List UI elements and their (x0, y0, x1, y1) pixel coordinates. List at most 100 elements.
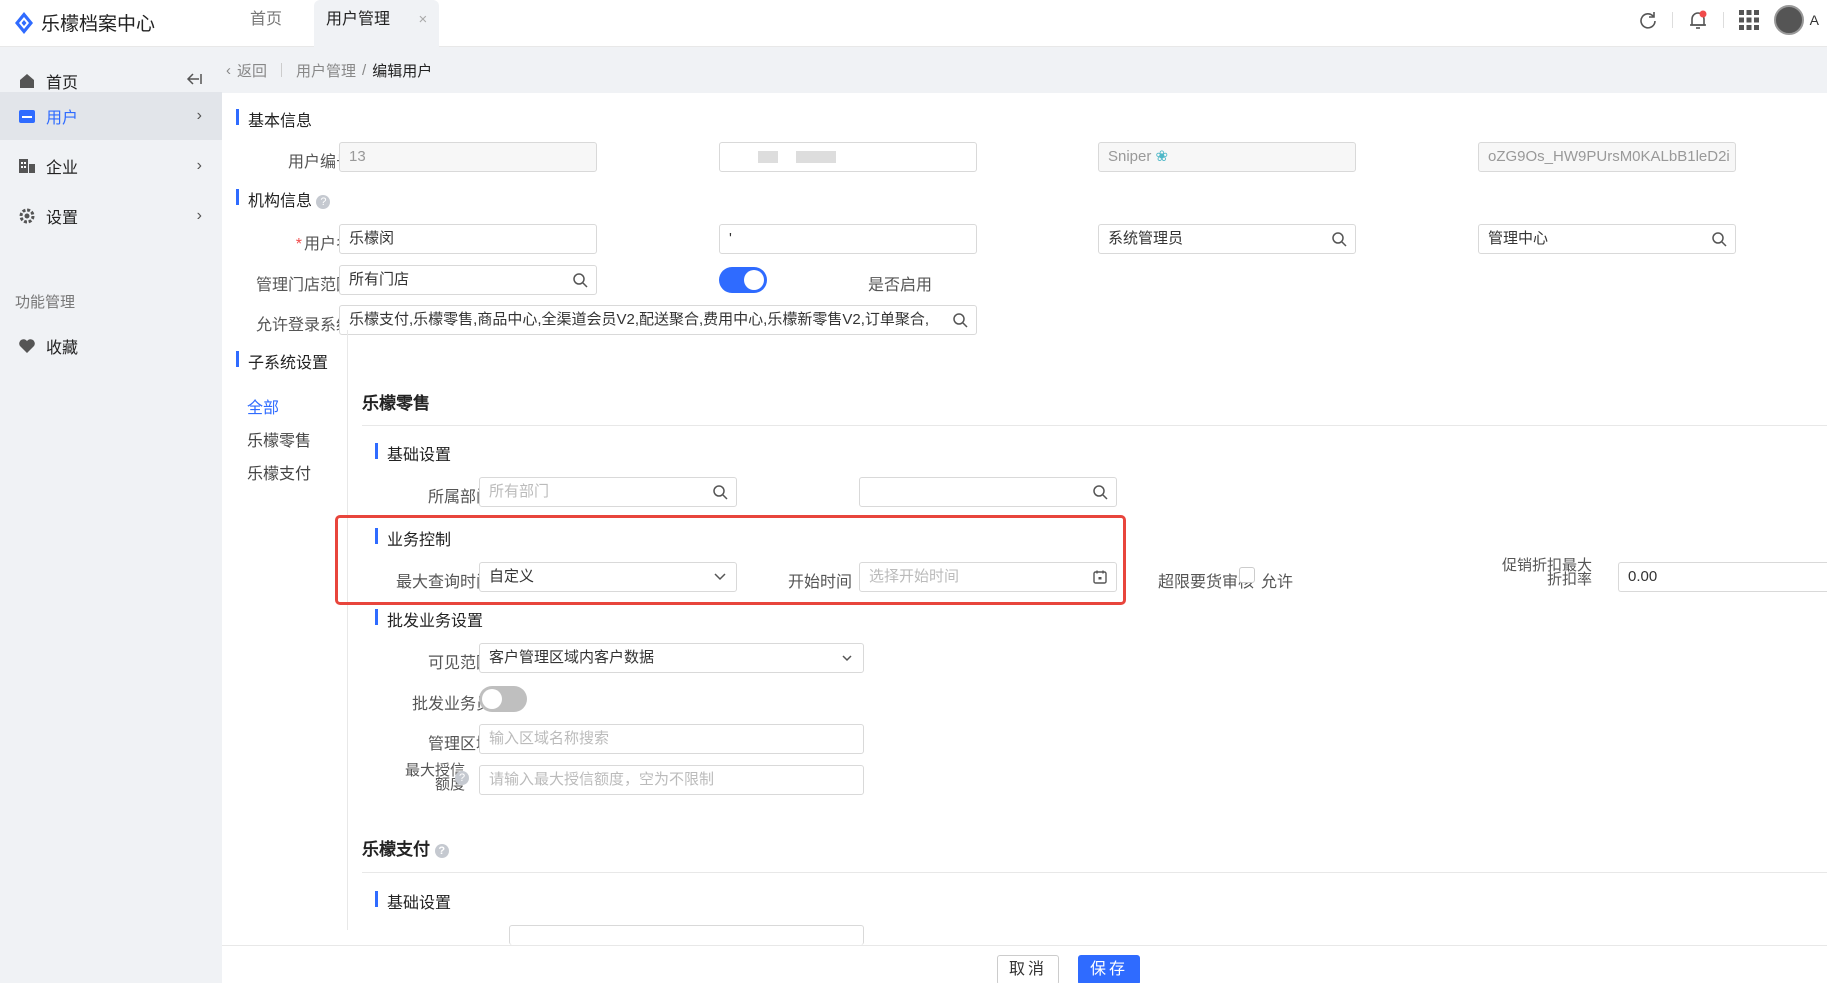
store-scope-label: 管理门店范围 (255, 277, 352, 294)
discount-rate-input[interactable]: 0.00 (1618, 562, 1827, 592)
chevron-right-icon: › (196, 157, 202, 174)
subnav-all[interactable]: 全部 (247, 394, 279, 418)
store-value: 管理中心 (1488, 230, 1549, 247)
wechat-nickname-value: Sniper (1108, 148, 1152, 165)
divider (1671, 12, 1673, 28)
manage-area-input[interactable]: 输入区域名称搜索 (479, 724, 864, 754)
sidebar: 首页 用户 › 企业 › 设置 › 功能管理 收藏 (0, 47, 222, 983)
section-wholesale: 批发业务设置 (375, 607, 483, 631)
search-icon (573, 273, 588, 288)
avatar[interactable] (1773, 5, 1804, 35)
visible-scope-select[interactable]: 客户管理区域内客户数据 (479, 643, 864, 673)
phone-field[interactable] (719, 142, 977, 172)
username-label: * 用户名 (295, 236, 352, 253)
chevron-right-icon: › (196, 107, 202, 124)
warehouse-select[interactable] (859, 477, 1117, 507)
pay-heading: 乐檬支付 ? (362, 835, 449, 860)
tab-close-icon[interactable]: × (418, 11, 427, 28)
footer-actions: 取消 保存 (222, 945, 1827, 983)
user-no-label: 用户编号 (287, 154, 352, 171)
allow-checkbox[interactable] (1239, 567, 1255, 583)
sidebar-item-label: 企业 (46, 160, 79, 177)
save-button[interactable]: 保存 (1078, 955, 1140, 983)
max-credit-input[interactable]: 请输入最大授信额度，空为不限制 (479, 765, 864, 795)
section-pay-basic: 基础设置 (375, 889, 451, 913)
role-value: 系统管理员 (1108, 230, 1184, 247)
sidebar-group-label: 功能管理 (15, 294, 76, 311)
section-basic-info: 基本信息 (236, 107, 312, 131)
building-icon (17, 156, 37, 176)
masked-text (796, 151, 836, 163)
emoji-icon: ❀ (1155, 148, 1169, 165)
user-icon (17, 106, 37, 126)
top-actions: A (1638, 0, 1827, 40)
sidebar-item-enterprise[interactable]: 企业 › (0, 142, 222, 190)
toggle-knob (482, 689, 502, 709)
breadcrumb-separator: / (362, 61, 367, 79)
sidebar-item-settings[interactable]: 设置 › (0, 192, 222, 240)
highlight-box (335, 515, 1126, 605)
divider (362, 872, 1827, 873)
wechat-unionid-field[interactable]: oZG9Os_HW9PUrsM0KALbB1leD2i (1478, 142, 1736, 172)
role-select[interactable]: 系统管理员 (1098, 224, 1356, 254)
help-icon[interactable]: ? (316, 194, 331, 209)
allowed-systems-value: 乐檬支付,乐檬零售,商品中心,全渠道会员V2,配送聚合,费用中心,乐檬新零售V2… (349, 311, 930, 328)
enabled-toggle[interactable] (719, 267, 767, 293)
allowed-systems-select[interactable]: 乐檬支付,乐檬零售,商品中心,全渠道会员V2,配送聚合,费用中心,乐檬新零售V2… (339, 305, 977, 335)
cancel-button[interactable]: 取消 (997, 955, 1059, 983)
back-link[interactable]: 返回 (237, 60, 267, 81)
apps-grid-icon[interactable] (1738, 9, 1760, 31)
over-limit-audit-label: 超限要货审核 (1157, 574, 1254, 591)
max-credit-label-line2: 额度 (434, 776, 465, 793)
contact-input[interactable]: ' (719, 224, 977, 254)
store-select[interactable]: 管理中心 (1478, 224, 1736, 254)
section-org-info-label: 机构信息 (248, 193, 313, 210)
refresh-icon[interactable] (1638, 10, 1658, 30)
bell-icon[interactable] (1687, 9, 1709, 31)
sidebar-item-label: 收藏 (46, 340, 79, 357)
sidebar-item-label: 用户 (46, 110, 79, 127)
app-title: 乐檬档案中心 (41, 14, 156, 35)
sidebar-item-label: 首页 (46, 75, 79, 92)
username-input[interactable]: 乐檬闵 (339, 224, 597, 254)
search-icon (1332, 232, 1347, 247)
discount-label-line2: 折扣率 (1546, 571, 1592, 588)
section-subsystem: 子系统设置 (236, 349, 328, 373)
search-icon (1712, 232, 1727, 247)
wholesale-salesman-toggle[interactable] (479, 686, 527, 712)
tab-user-management[interactable]: 用户管理 × (314, 0, 440, 47)
store-scope-value: 所有门店 (349, 271, 410, 288)
store-scope-select[interactable]: 所有门店 (339, 265, 597, 295)
app-logo[interactable]: 乐檬档案中心 (13, 9, 155, 36)
help-icon[interactable]: ? (434, 843, 449, 858)
breadcrumb-current: 编辑用户 (372, 62, 433, 80)
subnav-pay[interactable]: 乐檬支付 (247, 460, 311, 484)
allow-label: 允许 (1261, 574, 1294, 591)
divider (1722, 12, 1724, 28)
wholesale-salesman-label: 批发业务员 (411, 696, 492, 713)
max-credit-label: 最大授信 额度 (362, 763, 465, 793)
pay-field[interactable] (509, 925, 864, 945)
subnav-retail[interactable]: 乐檬零售 (247, 427, 311, 451)
search-icon (1093, 485, 1108, 500)
dept-placeholder: 所有部门 (489, 483, 550, 500)
pay-heading-label: 乐檬支付 (362, 840, 430, 859)
section-retail-basic: 基础设置 (375, 441, 451, 465)
chevron-left-icon[interactable]: ‹ (226, 62, 231, 79)
help-icon[interactable]: ? (455, 771, 469, 785)
sidebar-item-favorites[interactable]: 收藏 (0, 322, 222, 370)
search-icon (953, 313, 968, 328)
tab-home[interactable]: 首页 (250, 0, 282, 47)
sidebar-item-user[interactable]: 用户 › (0, 92, 222, 140)
wechat-nickname-field[interactable]: Sniper ❀ (1098, 142, 1356, 172)
home-icon (17, 71, 37, 91)
sidebar-item-label: 设置 (46, 210, 79, 227)
visible-scope-value: 客户管理区域内客户数据 (489, 649, 655, 666)
gear-icon (17, 206, 37, 226)
collapse-sidebar-icon[interactable] (186, 72, 202, 91)
dept-select[interactable]: 所有部门 (479, 477, 737, 507)
breadcrumb-parent[interactable]: 用户管理 (296, 60, 356, 81)
tab-user-management-label: 用户管理 (326, 11, 391, 28)
user-no-field[interactable]: 13 (339, 142, 597, 172)
divider (281, 63, 283, 77)
